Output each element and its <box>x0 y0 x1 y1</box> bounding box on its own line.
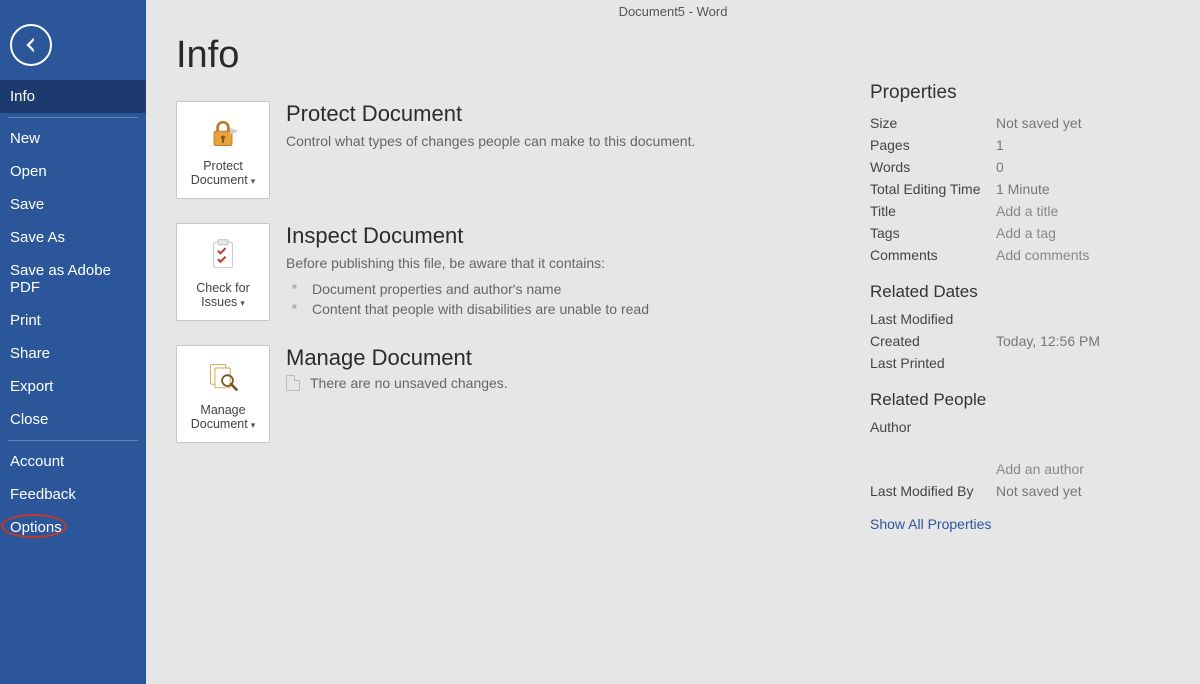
app-root: Info New Open Save Save As Save as Adobe… <box>0 0 1200 684</box>
prop-add-author: Add an author <box>870 458 1170 480</box>
sidebar-item-account[interactable]: Account <box>0 445 146 478</box>
sidebar-item-save-as-adobe-pdf[interactable]: Save as Adobe PDF <box>0 254 146 304</box>
checklist-icon <box>203 235 243 275</box>
prop-value: 1 <box>996 137 1170 153</box>
prop-value <box>996 311 1170 327</box>
author-avatar-row <box>870 438 1170 458</box>
prop-size: SizeNot saved yet <box>870 112 1170 134</box>
sidebar-item-info[interactable]: Info <box>0 80 146 113</box>
back-button[interactable] <box>10 24 52 66</box>
inspect-document-text: Inspect Document Before publishing this … <box>286 223 649 319</box>
properties-panel: Properties SizeNot saved yet Pages1 Word… <box>870 24 1170 684</box>
prop-words: Words0 <box>870 156 1170 178</box>
sidebar-item-print[interactable]: Print <box>0 304 146 337</box>
sidebar-item-share[interactable]: Share <box>0 337 146 370</box>
manage-document-text: Manage Document There are no unsaved cha… <box>286 345 508 391</box>
inspect-document-row: Check for Issues Inspect Document Before… <box>176 223 870 321</box>
prop-key: Comments <box>870 247 996 263</box>
prop-value <box>996 419 1170 435</box>
prop-value: 1 Minute <box>996 181 1170 197</box>
page-title: Info <box>176 34 870 77</box>
prop-key: Last Printed <box>870 355 996 371</box>
inspect-bullet: Content that people with disabilities ar… <box>286 299 649 319</box>
prop-comments-input[interactable]: Add comments <box>996 247 1170 263</box>
prop-last-modified: Last Modified <box>870 308 1170 330</box>
prop-key: Tags <box>870 225 996 241</box>
protect-document-row: Protect Document Protect Document Contro… <box>176 101 870 199</box>
protect-document-button-label: Protect Document <box>179 159 267 187</box>
properties-heading[interactable]: Properties <box>870 82 1170 104</box>
prop-key: Created <box>870 333 996 349</box>
manage-document-heading: Manage Document <box>286 345 508 371</box>
prop-key <box>870 441 996 455</box>
sidebar-item-feedback[interactable]: Feedback <box>0 478 146 511</box>
prop-comments: CommentsAdd comments <box>870 244 1170 266</box>
prop-value: Not saved yet <box>996 115 1170 131</box>
check-for-issues-button[interactable]: Check for Issues <box>176 223 270 321</box>
manage-document-button[interactable]: Manage Document <box>176 345 270 443</box>
manage-document-button-label: Manage Document <box>179 403 267 431</box>
prop-tags-input[interactable]: Add a tag <box>996 225 1170 241</box>
prop-last-modified-by: Last Modified ByNot saved yet <box>870 480 1170 502</box>
manage-document-desc-row: There are no unsaved changes. <box>286 375 508 391</box>
titlebar: Document5 - Word <box>146 0 1200 24</box>
prop-key: Last Modified <box>870 311 996 327</box>
prop-key: Title <box>870 203 996 219</box>
prop-tags: TagsAdd a tag <box>870 222 1170 244</box>
prop-author: Author <box>870 416 1170 438</box>
sidebar-item-close[interactable]: Close <box>0 403 146 436</box>
prop-key: Pages <box>870 137 996 153</box>
protect-document-heading: Protect Document <box>286 101 695 127</box>
backstage-sidebar: Info New Open Save Save As Save as Adobe… <box>0 0 146 684</box>
prop-value: Today, 12:56 PM <box>996 333 1170 349</box>
inspect-bullet: Document properties and author's name <box>286 279 649 299</box>
related-people-heading: Related People <box>870 390 1170 410</box>
prop-key <box>870 461 996 477</box>
sidebar-item-save-as[interactable]: Save As <box>0 221 146 254</box>
prop-title-input[interactable]: Add a title <box>996 203 1170 219</box>
properties-heading-label: Properties <box>870 82 957 103</box>
manage-document-desc: There are no unsaved changes. <box>310 375 508 391</box>
related-dates-heading: Related Dates <box>870 282 1170 302</box>
content-row: Info Protect Document Protect Document C… <box>146 24 1200 684</box>
prop-total-editing-time: Total Editing Time1 Minute <box>870 178 1170 200</box>
prop-key: Author <box>870 419 996 435</box>
sidebar-sep <box>8 440 138 441</box>
sidebar-sep <box>8 117 138 118</box>
lock-icon <box>203 113 243 153</box>
main-area: Document5 - Word Info Protect Document P… <box>146 0 1200 684</box>
manage-document-row: Manage Document Manage Document There ar… <box>176 345 870 443</box>
prop-key: Words <box>870 159 996 175</box>
add-author-input[interactable]: Add an author <box>996 461 1170 477</box>
prop-value <box>996 355 1170 371</box>
inspect-bullets: Document properties and author's name Co… <box>286 279 649 319</box>
inspect-document-heading: Inspect Document <box>286 223 649 249</box>
prop-last-printed: Last Printed <box>870 352 1170 374</box>
prop-created: CreatedToday, 12:56 PM <box>870 330 1170 352</box>
protect-document-text: Protect Document Control what types of c… <box>286 101 695 151</box>
documents-magnifier-icon <box>203 357 243 397</box>
prop-key: Total Editing Time <box>870 181 996 197</box>
prop-key: Size <box>870 115 996 131</box>
sidebar-item-new[interactable]: New <box>0 122 146 155</box>
prop-key: Last Modified By <box>870 483 996 499</box>
prop-value: Not saved yet <box>996 483 1170 499</box>
prop-value: 0 <box>996 159 1170 175</box>
protect-document-button[interactable]: Protect Document <box>176 101 270 199</box>
sidebar-item-open[interactable]: Open <box>0 155 146 188</box>
check-for-issues-button-label: Check for Issues <box>179 281 267 309</box>
sidebar-item-save[interactable]: Save <box>0 188 146 221</box>
info-left-column: Info Protect Document Protect Document C… <box>176 24 870 684</box>
sidebar-item-options[interactable]: Options <box>0 511 146 544</box>
show-all-properties-link[interactable]: Show All Properties <box>870 516 991 532</box>
protect-document-desc: Control what types of changes people can… <box>286 131 695 151</box>
prop-pages: Pages1 <box>870 134 1170 156</box>
sidebar-item-export[interactable]: Export <box>0 370 146 403</box>
sidebar-item-label: Options <box>10 519 62 536</box>
inspect-document-desc: Before publishing this file, be aware th… <box>286 253 649 273</box>
avatar <box>996 441 1170 455</box>
document-icon <box>286 375 300 391</box>
arrow-left-icon <box>20 34 42 56</box>
prop-title: TitleAdd a title <box>870 200 1170 222</box>
